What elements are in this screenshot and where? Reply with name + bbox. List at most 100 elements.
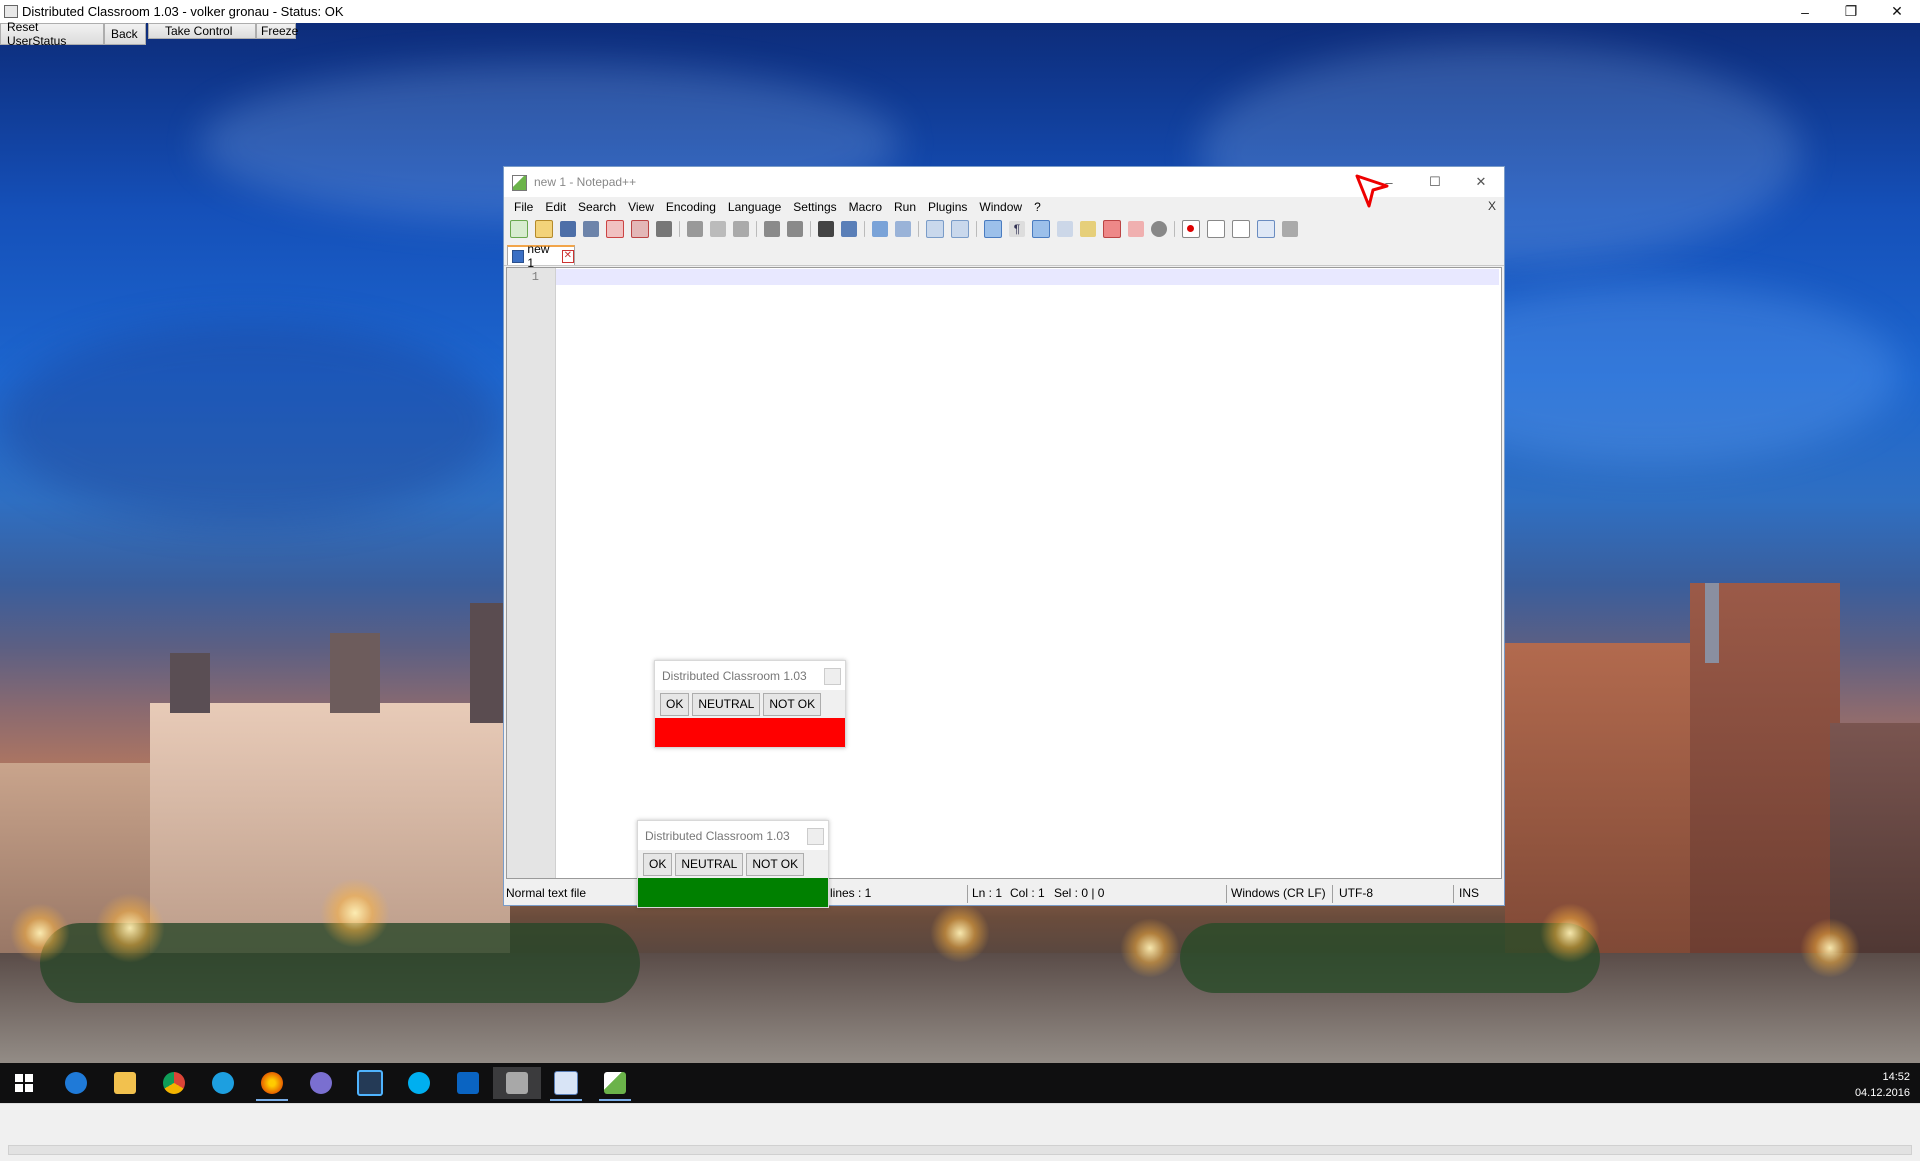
- classroom-app-icon[interactable]: [493, 1067, 541, 1099]
- internet-explorer-icon[interactable]: [199, 1067, 247, 1099]
- save-all-icon[interactable]: [583, 221, 599, 237]
- app-e-icon[interactable]: [346, 1067, 394, 1099]
- record-macro-icon[interactable]: [1182, 220, 1200, 238]
- status-widget-green: Distributed Classroom 1.03 OK NEUTRAL NO…: [637, 820, 829, 908]
- line-number: 1: [531, 270, 539, 284]
- ok-button[interactable]: OK: [660, 692, 690, 716]
- lang-icon[interactable]: [1057, 221, 1073, 237]
- neutral-button[interactable]: NEUTRAL: [692, 692, 761, 716]
- widget-titlebar: Distributed Classroom 1.03: [638, 821, 828, 850]
- stop-macro-icon[interactable]: [1207, 220, 1225, 238]
- not-ok-button[interactable]: NOT OK: [746, 852, 805, 876]
- tab-close-icon[interactable]: ✕: [561, 249, 575, 263]
- minimize-button[interactable]: –: [1782, 0, 1828, 23]
- play-macro-icon[interactable]: [1232, 220, 1250, 238]
- status-encoding: UTF-8: [1339, 886, 1373, 900]
- menu-edit[interactable]: Edit: [539, 200, 572, 214]
- menu-search[interactable]: Search: [572, 200, 622, 214]
- menu-plugins[interactable]: Plugins: [922, 200, 973, 214]
- app-titlebar: Distributed Classroom 1.03 - volker gron…: [0, 0, 1920, 23]
- system-clock[interactable]: 14:52 04.12.2016: [1855, 1069, 1910, 1101]
- outlook-icon[interactable]: [444, 1067, 492, 1099]
- bottom-panel: [0, 1103, 1920, 1161]
- close-document-button[interactable]: X: [1488, 199, 1496, 213]
- firefox-icon[interactable]: [248, 1067, 296, 1101]
- print-icon[interactable]: [656, 221, 672, 237]
- show-all-chars-icon[interactable]: ¶: [1009, 221, 1025, 237]
- open-file-icon[interactable]: [535, 220, 553, 238]
- classroom-toolbar: Reset UserStatus Back Take Control Freez…: [0, 20, 298, 48]
- menu-encoding[interactable]: Encoding: [660, 200, 722, 214]
- remote-cursor-icon: [1355, 174, 1389, 208]
- ok-button[interactable]: OK: [643, 852, 673, 876]
- status-filetype: Normal text file: [506, 886, 587, 900]
- find-icon[interactable]: [818, 221, 834, 237]
- undo-icon[interactable]: [764, 221, 780, 237]
- zoom-in-icon[interactable]: [872, 221, 888, 237]
- not-ok-button[interactable]: NOT OK: [763, 692, 822, 716]
- save-macro-icon[interactable]: [1282, 221, 1298, 237]
- editor-area[interactable]: 1: [506, 267, 1502, 879]
- notepad-app-icon[interactable]: [542, 1067, 590, 1101]
- status-eol: Windows (CR LF): [1231, 886, 1326, 900]
- menu-view[interactable]: View: [622, 200, 660, 214]
- notepad-maximize-button[interactable]: ☐: [1412, 169, 1458, 195]
- notepad-window: new 1 - Notepad++ – ☐ ✕ File Edit Search…: [503, 166, 1505, 906]
- copy-icon[interactable]: [710, 221, 726, 237]
- indent-guide-icon[interactable]: [1032, 220, 1050, 238]
- save-icon[interactable]: [560, 221, 576, 237]
- sync-horizontal-icon[interactable]: [951, 220, 969, 238]
- status-color-indicator: [655, 718, 845, 747]
- current-line-highlight: [556, 269, 1499, 285]
- menu-settings[interactable]: Settings: [787, 200, 842, 214]
- horizontal-scrollbar[interactable]: [8, 1145, 1912, 1155]
- close-button[interactable]: ✕: [1874, 0, 1920, 23]
- menu-help[interactable]: ?: [1028, 200, 1047, 214]
- cut-icon[interactable]: [687, 221, 703, 237]
- chrome-icon[interactable]: [150, 1067, 198, 1099]
- tab-label: new 1: [527, 242, 550, 270]
- menu-run[interactable]: Run: [888, 200, 922, 214]
- folder-workspace-icon[interactable]: [1128, 221, 1144, 237]
- sync-vertical-icon[interactable]: [926, 220, 944, 238]
- notepad-menubar: File Edit Search View Encoding Language …: [504, 197, 1504, 217]
- redo-icon[interactable]: [787, 221, 803, 237]
- file-explorer-icon[interactable]: [101, 1067, 149, 1099]
- status-col: Col : 1: [1010, 886, 1045, 900]
- menu-file[interactable]: File: [508, 200, 539, 214]
- clock-date: 04.12.2016: [1854, 1087, 1910, 1099]
- zoom-out-icon[interactable]: [895, 221, 911, 237]
- widget-close-button[interactable]: [807, 828, 824, 845]
- notepad-close-button[interactable]: ✕: [1458, 169, 1504, 195]
- monitoring-icon[interactable]: [1151, 221, 1167, 237]
- menu-macro[interactable]: Macro: [843, 200, 888, 214]
- taskbar: 14:52 04.12.2016: [0, 1063, 1920, 1103]
- close-all-icon[interactable]: [631, 220, 649, 238]
- windows-start-icon[interactable]: [0, 1067, 48, 1099]
- widget-title: Distributed Classroom 1.03: [645, 828, 790, 843]
- widget-buttons: OK NEUTRAL NOT OK: [638, 850, 828, 878]
- doc-map-icon[interactable]: [1080, 221, 1096, 237]
- take-control-button[interactable]: Take Control: [148, 23, 256, 39]
- widget-close-button[interactable]: [824, 668, 841, 685]
- replace-icon[interactable]: [841, 221, 857, 237]
- freeze-button[interactable]: Freeze: [256, 23, 298, 39]
- edge-icon[interactable]: [52, 1067, 100, 1099]
- neutral-button[interactable]: NEUTRAL: [675, 852, 744, 876]
- function-list-icon[interactable]: [1103, 220, 1121, 238]
- word-wrap-icon[interactable]: [984, 220, 1002, 238]
- run-macro-multiple-icon[interactable]: [1257, 220, 1275, 238]
- restore-button[interactable]: ❐: [1828, 0, 1874, 23]
- tab-new-1[interactable]: new 1 ✕: [507, 242, 575, 270]
- notepad-plus-plus-icon[interactable]: [591, 1067, 639, 1101]
- app-generic-icon[interactable]: [297, 1067, 345, 1099]
- back-button[interactable]: Back: [104, 23, 146, 45]
- paste-icon[interactable]: [733, 221, 749, 237]
- menu-window[interactable]: Window: [973, 200, 1028, 214]
- skype-icon[interactable]: [395, 1067, 443, 1099]
- reset-userstatus-button[interactable]: Reset UserStatus: [0, 20, 104, 48]
- new-file-icon[interactable]: [510, 220, 528, 238]
- close-file-icon[interactable]: [606, 220, 624, 238]
- notepad-toolbar: ¶: [504, 218, 1504, 240]
- menu-language[interactable]: Language: [722, 200, 787, 214]
